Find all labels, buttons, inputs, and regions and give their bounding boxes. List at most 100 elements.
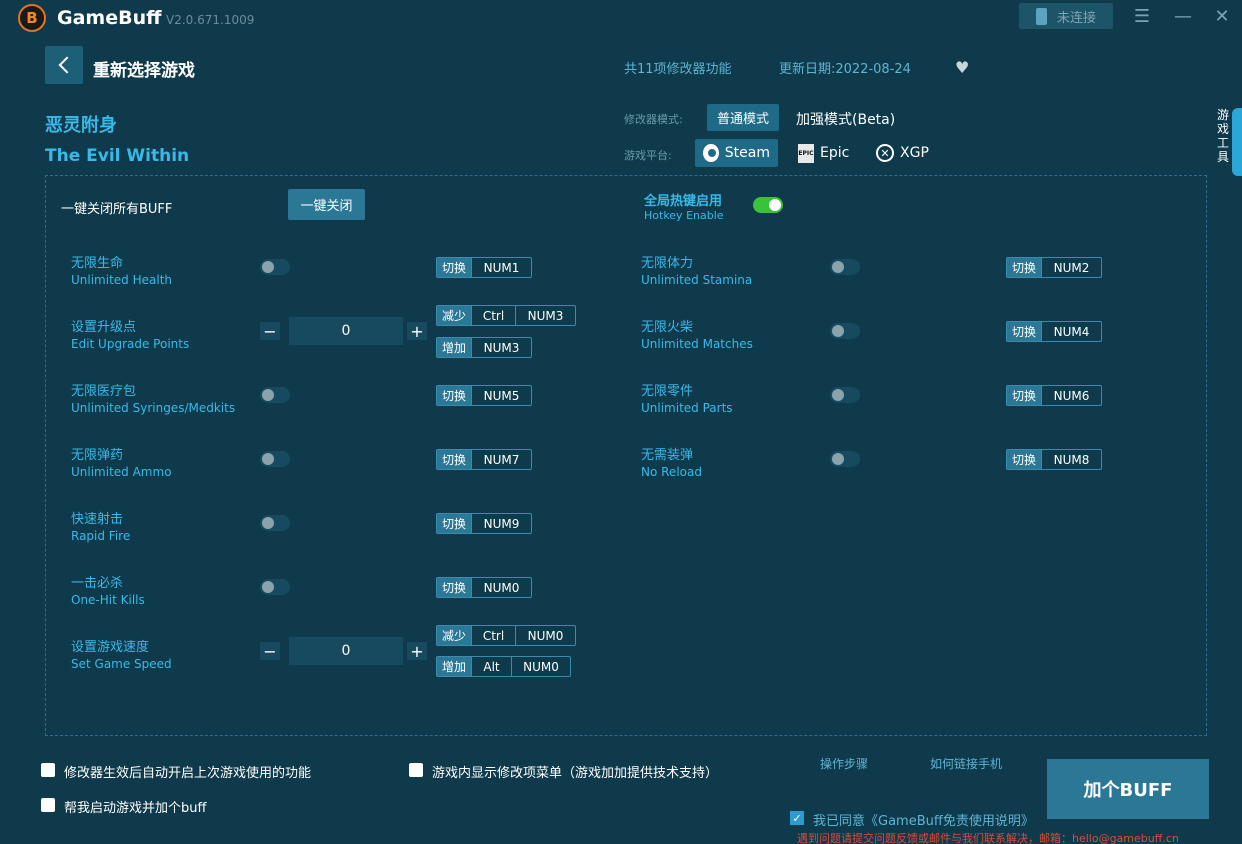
side-tab-char: 戏: [1216, 122, 1229, 136]
feature-label: 无限弹药 Unlimited Ammo: [71, 444, 172, 479]
close-all-label: 一键关闭所有BUFF: [61, 202, 173, 217]
hotkey-binding[interactable]: 切换 NUM5: [436, 385, 532, 406]
xbox-icon: ✕: [876, 144, 894, 162]
hotkey-key: Ctrl: [471, 626, 515, 645]
hotkey-binding[interactable]: 切换 NUM0: [436, 577, 532, 598]
hotkey-tag: 切换: [437, 578, 471, 597]
hotkey-tag: 切换: [1007, 450, 1041, 469]
platform-label: 游戏平台:: [624, 149, 672, 162]
feature-name-cn: 设置游戏速度: [71, 640, 150, 655]
feature-count: 共11项修改器功能: [624, 62, 732, 77]
add-buff-button[interactable]: 加个BUFF: [1047, 759, 1209, 819]
upgrade-points-input[interactable]: 0: [289, 317, 403, 345]
feature-toggle[interactable]: [830, 387, 860, 403]
game-title-en: The Evil Within: [45, 146, 190, 166]
mode-normal-button[interactable]: 普通模式: [707, 104, 779, 131]
decrement-button[interactable]: −: [260, 322, 280, 341]
hotkey-binding[interactable]: 切换 NUM8: [1006, 449, 1102, 470]
menu-icon[interactable]: ☰: [1130, 4, 1154, 28]
hotkey-tag: 增加: [437, 657, 471, 676]
hotkey-binding[interactable]: 切换 NUM9: [436, 513, 532, 534]
close-icon[interactable]: ✕: [1210, 4, 1234, 28]
feature-name-cn: 无需装弹: [641, 448, 694, 463]
game-speed-input[interactable]: 0: [289, 637, 403, 665]
feature-toggle[interactable]: [260, 451, 290, 467]
mode-enhanced-button[interactable]: 加强模式(Beta): [796, 109, 895, 129]
close-all-button[interactable]: 一键关闭: [288, 189, 365, 220]
steps-link[interactable]: 操作步骤: [820, 755, 868, 772]
hotkey-binding-decrease[interactable]: 减少 Ctrl NUM0: [436, 625, 576, 646]
platform-xgp-button[interactable]: ✕ XGP: [868, 139, 937, 167]
feature-name-cn: 无限生命: [71, 256, 124, 271]
feature-name-cn: 无限零件: [641, 384, 694, 399]
app-name: GameBuff: [57, 7, 162, 29]
hotkey-enable-switch[interactable]: [753, 197, 783, 213]
decrement-button[interactable]: −: [260, 642, 280, 661]
hotkey-key: NUM0: [471, 578, 531, 597]
ingame-menu-label: 游戏内显示修改项菜单（游戏加加提供技术支持）: [432, 766, 719, 781]
feature-toggle[interactable]: [260, 259, 290, 275]
app-version: V2.0.671.1009: [166, 13, 255, 27]
feature-label: 设置升级点 Edit Upgrade Points: [71, 316, 189, 351]
hotkey-binding[interactable]: 切换 NUM1: [436, 257, 532, 278]
update-date: 更新日期:2022-08-24: [779, 62, 911, 77]
contact-notice: 遇到问题请提交问题反馈或邮件与我们联系解决，邮箱：hello@gamebuff.…: [797, 832, 1179, 844]
feature-label: 快速射击 Rapid Fire: [71, 508, 130, 543]
steam-icon: [703, 144, 719, 162]
game-title-cn: 恶灵附身: [45, 115, 117, 136]
feature-toggle[interactable]: [830, 323, 860, 339]
hotkey-tag: 切换: [1007, 258, 1041, 277]
heart-icon[interactable]: ♥: [955, 58, 969, 77]
agree-checkbox[interactable]: ✓: [790, 811, 804, 825]
reselect-game-title: 重新选择游戏: [93, 61, 195, 81]
launch-game-label: 帮我启动游戏并加个buff: [64, 801, 207, 816]
back-button[interactable]: [45, 46, 83, 84]
hotkey-binding-decrease[interactable]: 减少 Ctrl NUM3: [436, 305, 576, 326]
feature-name-cn: 设置升级点: [71, 320, 137, 335]
launch-game-checkbox[interactable]: [41, 798, 55, 812]
gamebuff-logo-icon: B: [18, 4, 46, 32]
hotkey-key: NUM9: [471, 514, 531, 533]
hotkey-key: NUM3: [471, 338, 531, 357]
chevron-left-icon: [58, 56, 75, 74]
hotkey-key: NUM2: [1041, 258, 1101, 277]
feature-toggle[interactable]: [260, 387, 290, 403]
hotkey-binding[interactable]: 切换 NUM4: [1006, 321, 1102, 342]
connect-phone-button[interactable]: 未连接: [1019, 3, 1113, 29]
hotkey-key: NUM4: [1041, 322, 1101, 341]
hotkey-tag: 切换: [437, 386, 471, 405]
side-tab-char: 具: [1216, 150, 1229, 164]
feature-name-en: Set Game Speed: [71, 657, 172, 671]
feature-toggle[interactable]: [830, 259, 860, 275]
hotkey-key: NUM7: [471, 450, 531, 469]
feature-toggle[interactable]: [260, 579, 290, 595]
feature-name-en: Rapid Fire: [71, 529, 131, 543]
hotkey-key: NUM3: [515, 306, 575, 325]
game-tools-side-tab[interactable]: 游 戏 工 具: [1212, 108, 1234, 178]
hotkey-binding-increase[interactable]: 增加 NUM3: [436, 337, 532, 358]
increment-button[interactable]: +: [407, 322, 427, 341]
hotkey-tag: 切换: [437, 258, 471, 277]
agree-terms-link[interactable]: 我已同意《GameBuff免责使用说明》: [813, 810, 1034, 829]
feature-toggle[interactable]: [260, 515, 290, 531]
feature-toggle[interactable]: [830, 451, 860, 467]
increment-button[interactable]: +: [407, 642, 427, 661]
hotkey-binding-increase[interactable]: 增加 Alt NUM0: [436, 656, 571, 677]
hotkey-binding[interactable]: 切换 NUM6: [1006, 385, 1102, 406]
connect-phone-link[interactable]: 如何链接手机: [930, 755, 1002, 772]
autostart-checkbox[interactable]: [41, 763, 55, 777]
ingame-menu-checkbox[interactable]: [409, 763, 423, 777]
hotkey-enable-label-cn: 全局热键启用: [644, 194, 723, 209]
side-tab-char: 游: [1216, 108, 1229, 122]
hotkey-binding[interactable]: 切换 NUM2: [1006, 257, 1102, 278]
platform-epic-button[interactable]: EPIC Epic: [790, 139, 857, 167]
hotkey-tag: 增加: [437, 338, 471, 357]
hotkey-binding[interactable]: 切换 NUM7: [436, 449, 532, 470]
feature-name-en: Unlimited Ammo: [71, 465, 172, 479]
side-tab-handle[interactable]: [1232, 108, 1242, 176]
platform-steam-button[interactable]: Steam: [695, 139, 778, 167]
minimize-icon[interactable]: —: [1171, 4, 1195, 28]
feature-name-cn: 一击必杀: [71, 576, 124, 591]
feature-label: 无限生命 Unlimited Health: [71, 252, 172, 287]
feature-name-en: One-Hit Kills: [71, 593, 145, 607]
